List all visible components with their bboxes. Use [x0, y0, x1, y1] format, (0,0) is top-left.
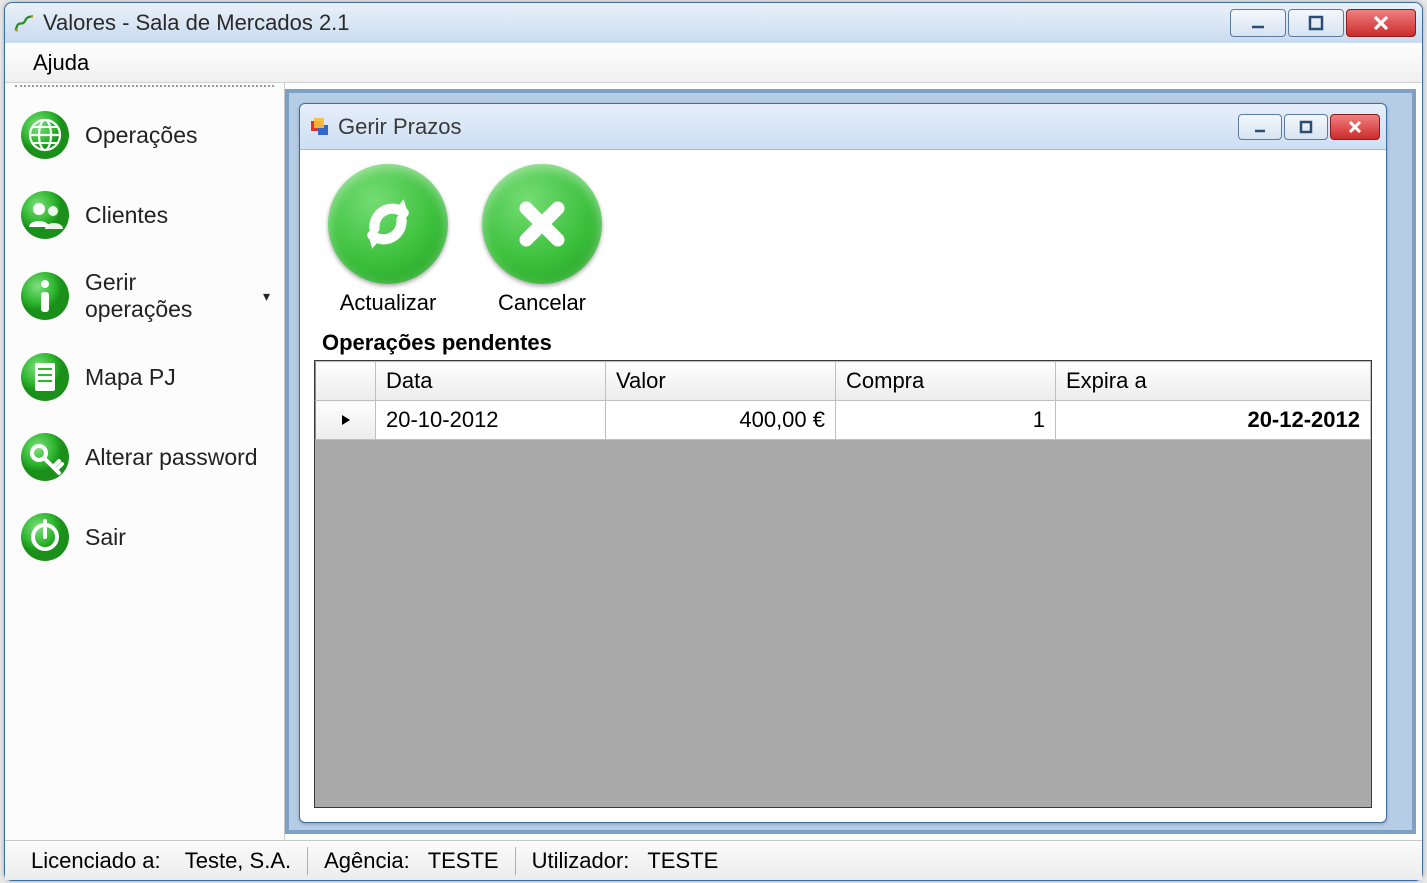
mdi-workspace: Gerir Prazos: [285, 89, 1416, 834]
body: Operações Clientes: [5, 83, 1422, 840]
minimize-button[interactable]: [1230, 9, 1286, 37]
status-agency-label: Agência:: [324, 848, 410, 873]
sidebar-item-clientes[interactable]: Clientes: [5, 175, 284, 255]
toolbar: Actualizar Cancelar: [314, 158, 1372, 324]
inner-minimize-button[interactable]: [1238, 114, 1282, 140]
statusbar: Licenciado a: Teste, S.A. Agência: TESTE…: [5, 840, 1422, 880]
menu-item-help[interactable]: Ajuda: [33, 50, 89, 76]
status-user-value: TESTE: [647, 848, 718, 873]
status-agency: Agência: TESTE: [308, 848, 514, 874]
refresh-label: Actualizar: [324, 290, 452, 316]
chevron-down-icon: ▾: [263, 288, 270, 305]
status-agency-value: TESTE: [428, 848, 499, 873]
sidebar-separator: [15, 85, 274, 87]
sidebar-item-label: Gerir operações: [85, 269, 249, 323]
section-label-pending: Operações pendentes: [322, 330, 1372, 356]
form-icon: [310, 117, 330, 137]
window-title: Valores - Sala de Mercados 2.1: [43, 10, 1230, 36]
inner-titlebar[interactable]: Gerir Prazos: [300, 104, 1386, 150]
users-icon: [19, 189, 71, 241]
inner-close-button[interactable]: [1330, 114, 1380, 140]
sidebar-item-label: Sair: [85, 524, 126, 551]
globe-icon: [19, 109, 71, 161]
maximize-button[interactable]: [1288, 9, 1344, 37]
power-icon: [19, 511, 71, 563]
sidebar-item-label: Alterar password: [85, 444, 258, 471]
grid-header-compra[interactable]: Compra: [836, 362, 1056, 401]
main-window: Valores - Sala de Mercados 2.1 Ajuda: [4, 2, 1423, 881]
app-icon: [13, 12, 35, 34]
main-titlebar[interactable]: Valores - Sala de Mercados 2.1: [5, 3, 1422, 43]
sidebar-item-mapa-pj[interactable]: Mapa PJ: [5, 337, 284, 417]
cell-data[interactable]: 20-10-2012: [376, 401, 606, 440]
cancel-icon: [482, 164, 602, 284]
inner-window-buttons: [1238, 114, 1380, 140]
key-icon: [19, 431, 71, 483]
cell-valor[interactable]: 400,00 €: [606, 401, 836, 440]
grid-header-valor[interactable]: Valor: [606, 362, 836, 401]
cell-expira[interactable]: 20-12-2012: [1056, 401, 1371, 440]
menubar: Ajuda: [5, 43, 1422, 83]
sidebar-item-label: Clientes: [85, 202, 168, 229]
inner-maximize-button[interactable]: [1284, 114, 1328, 140]
inner-window-gerir-prazos: Gerir Prazos: [299, 103, 1387, 823]
sidebar-item-sair[interactable]: Sair: [5, 497, 284, 577]
sidebar-item-label: Mapa PJ: [85, 364, 176, 391]
status-license: Licenciado a: Teste, S.A.: [15, 848, 307, 874]
status-license-value: Teste, S.A.: [185, 848, 291, 873]
grid-row[interactable]: 20-10-2012 400,00 € 1 20-12-2012: [316, 401, 1371, 440]
status-license-label: Licenciado a:: [31, 848, 161, 873]
sidebar: Operações Clientes: [5, 83, 285, 840]
cell-compra[interactable]: 1: [836, 401, 1056, 440]
sidebar-item-label: Operações: [85, 122, 198, 149]
sidebar-item-alterar-password[interactable]: Alterar password: [5, 417, 284, 497]
grid-header-row: Data Valor Compra Expira a: [316, 362, 1371, 401]
status-user-label: Utilizador:: [532, 848, 630, 873]
grid-row-indicator: [316, 401, 376, 440]
document-icon: [19, 351, 71, 403]
status-user: Utilizador: TESTE: [516, 848, 735, 874]
inner-window-title: Gerir Prazos: [338, 114, 1238, 140]
grid-header-data[interactable]: Data: [376, 362, 606, 401]
cancel-label: Cancelar: [478, 290, 606, 316]
refresh-icon: [328, 164, 448, 284]
close-button[interactable]: [1346, 9, 1416, 37]
sidebar-item-operacoes[interactable]: Operações: [5, 95, 284, 175]
inner-body: Actualizar Cancelar Ope: [300, 150, 1386, 822]
window-buttons: [1230, 9, 1416, 37]
info-icon: [19, 270, 71, 322]
pending-operations-grid[interactable]: Data Valor Compra Expira a: [314, 360, 1372, 808]
refresh-button[interactable]: Actualizar: [324, 164, 452, 316]
grid-header-expira[interactable]: Expira a: [1056, 362, 1371, 401]
cancel-button[interactable]: Cancelar: [478, 164, 606, 316]
grid-corner: [316, 362, 376, 401]
sidebar-item-gerir-operacoes[interactable]: Gerir operações ▾: [5, 255, 284, 337]
